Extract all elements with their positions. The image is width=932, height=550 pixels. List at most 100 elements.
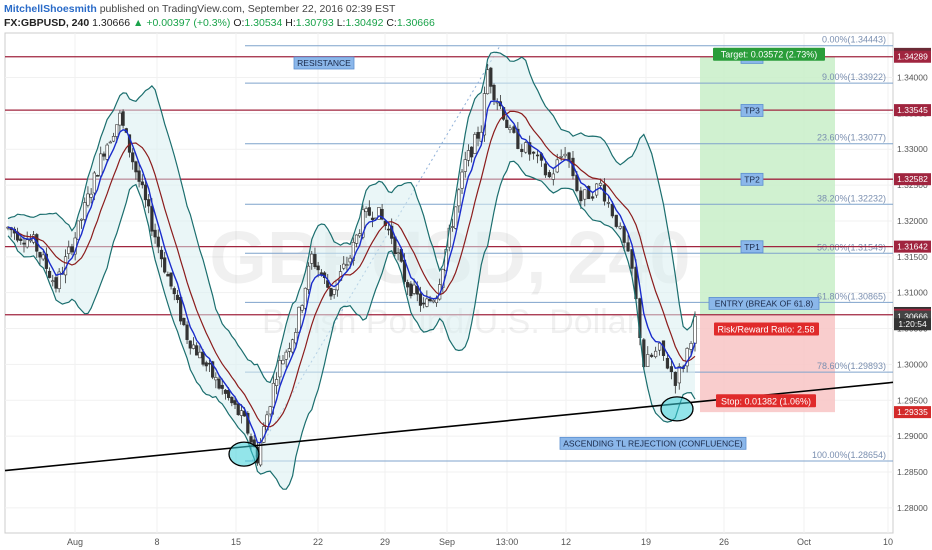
candle-body (166, 273, 170, 277)
candle-body (489, 67, 493, 87)
candle-body (313, 254, 317, 268)
y-tick-label: 1.29000 (897, 431, 928, 441)
tp-label: TP2 (744, 174, 760, 184)
candle-body (454, 206, 458, 229)
candle-body (297, 306, 301, 333)
stop-label: Stop: 0.01382 (1.06%) (721, 396, 811, 406)
x-tick-label: 26 (719, 537, 729, 547)
x-tick-label: Sep (439, 537, 455, 547)
price-tag: 1.31642 (897, 242, 928, 252)
candle-body (134, 161, 138, 173)
candle-body (169, 272, 173, 287)
candle-body (159, 249, 164, 260)
candle-body (689, 343, 693, 350)
candle-body (236, 403, 240, 415)
x-tick-label: 13:00 (496, 537, 519, 547)
candle-body (476, 132, 480, 139)
candle-body (54, 277, 58, 289)
candle-body (418, 293, 423, 306)
candle-body (121, 111, 125, 126)
candle-body (543, 163, 548, 176)
candle-body (618, 225, 622, 229)
candle-body (547, 172, 551, 178)
candle-body (143, 184, 148, 201)
candle-body (147, 199, 151, 207)
candle-body (614, 214, 618, 227)
candle-body (70, 246, 74, 253)
candle-body (51, 280, 55, 283)
candle-body (693, 316, 697, 344)
x-tick-label: 8 (154, 537, 159, 547)
y-tick-label: 1.33000 (897, 144, 928, 154)
x-tick-label: 22 (313, 537, 323, 547)
candle-body (673, 371, 677, 386)
x-tick-label: 12 (561, 537, 571, 547)
candle-body (473, 134, 477, 154)
candle-body (233, 400, 237, 405)
fib-level-label: 0.00%(1.34443) (822, 35, 886, 45)
candle-body (606, 202, 611, 204)
candle-body (306, 265, 311, 290)
candle-body (223, 389, 228, 394)
candle-body (428, 298, 432, 302)
candle-body (214, 377, 218, 381)
candle-body (76, 220, 80, 240)
candle-body (431, 299, 435, 303)
candle-body (28, 239, 32, 242)
y-tick-label: 1.34000 (897, 72, 928, 82)
candle-body (105, 144, 109, 160)
candle-body (230, 396, 234, 404)
candle-body (201, 351, 205, 365)
candle-body (505, 119, 509, 129)
candle-body (486, 69, 490, 95)
fib-level-label: 50.00%(1.31549) (817, 242, 886, 252)
candle-body (281, 359, 285, 365)
candle-body (598, 182, 603, 186)
fib-level-label: 78.60%(1.29893) (817, 361, 886, 371)
candle-body (364, 208, 368, 212)
candle-body (163, 257, 167, 273)
x-tick-label: Aug (67, 537, 83, 547)
candle-body (131, 152, 135, 163)
price-chart[interactable]: Aug 8 15 22 29 Sep 13:00 12 19 26 Oct 10 1.34000 1.33… (0, 0, 932, 550)
candle-body (370, 217, 375, 220)
candle-body (115, 124, 119, 137)
candle-body (332, 289, 336, 295)
candle-body (396, 252, 400, 255)
candle-body (191, 344, 196, 349)
candle-body (108, 141, 112, 144)
tp-label: TP3 (744, 105, 760, 115)
candle-body (204, 362, 208, 367)
price-tag: 1:20:54 (898, 319, 927, 329)
x-tick-label: 19 (641, 537, 651, 547)
fib-level-label: 100.00%(1.28654) (812, 450, 886, 460)
candle-body (22, 242, 26, 245)
candle-body (610, 203, 614, 217)
candle-body (329, 287, 333, 297)
y-tick-label: 1.31000 (897, 288, 928, 298)
candle-body (669, 366, 673, 373)
confluence-ellipse-left (228, 441, 260, 467)
candle-body (217, 378, 221, 389)
fib-level-label: 61.80%(1.30865) (817, 291, 886, 301)
candle-body (41, 254, 45, 260)
x-tick-label: Oct (797, 537, 812, 547)
candle-body (79, 218, 84, 221)
candle-body (650, 354, 654, 357)
rr-label: Risk/Reward Ratio: 2.58 (717, 325, 814, 335)
candle-body (188, 340, 192, 349)
candle-body (198, 351, 202, 359)
candle-body (508, 127, 512, 130)
candle-body (67, 246, 71, 254)
candle-body (220, 384, 224, 389)
candle-body (19, 238, 23, 241)
candle-body (591, 196, 595, 199)
candle-body (422, 302, 426, 305)
candle-body (425, 298, 429, 307)
candle-body (646, 354, 650, 367)
candle-body (185, 324, 189, 340)
candle-body (92, 172, 96, 194)
candle-body (300, 305, 304, 311)
candle-body (86, 193, 90, 206)
candle-body (175, 294, 180, 301)
